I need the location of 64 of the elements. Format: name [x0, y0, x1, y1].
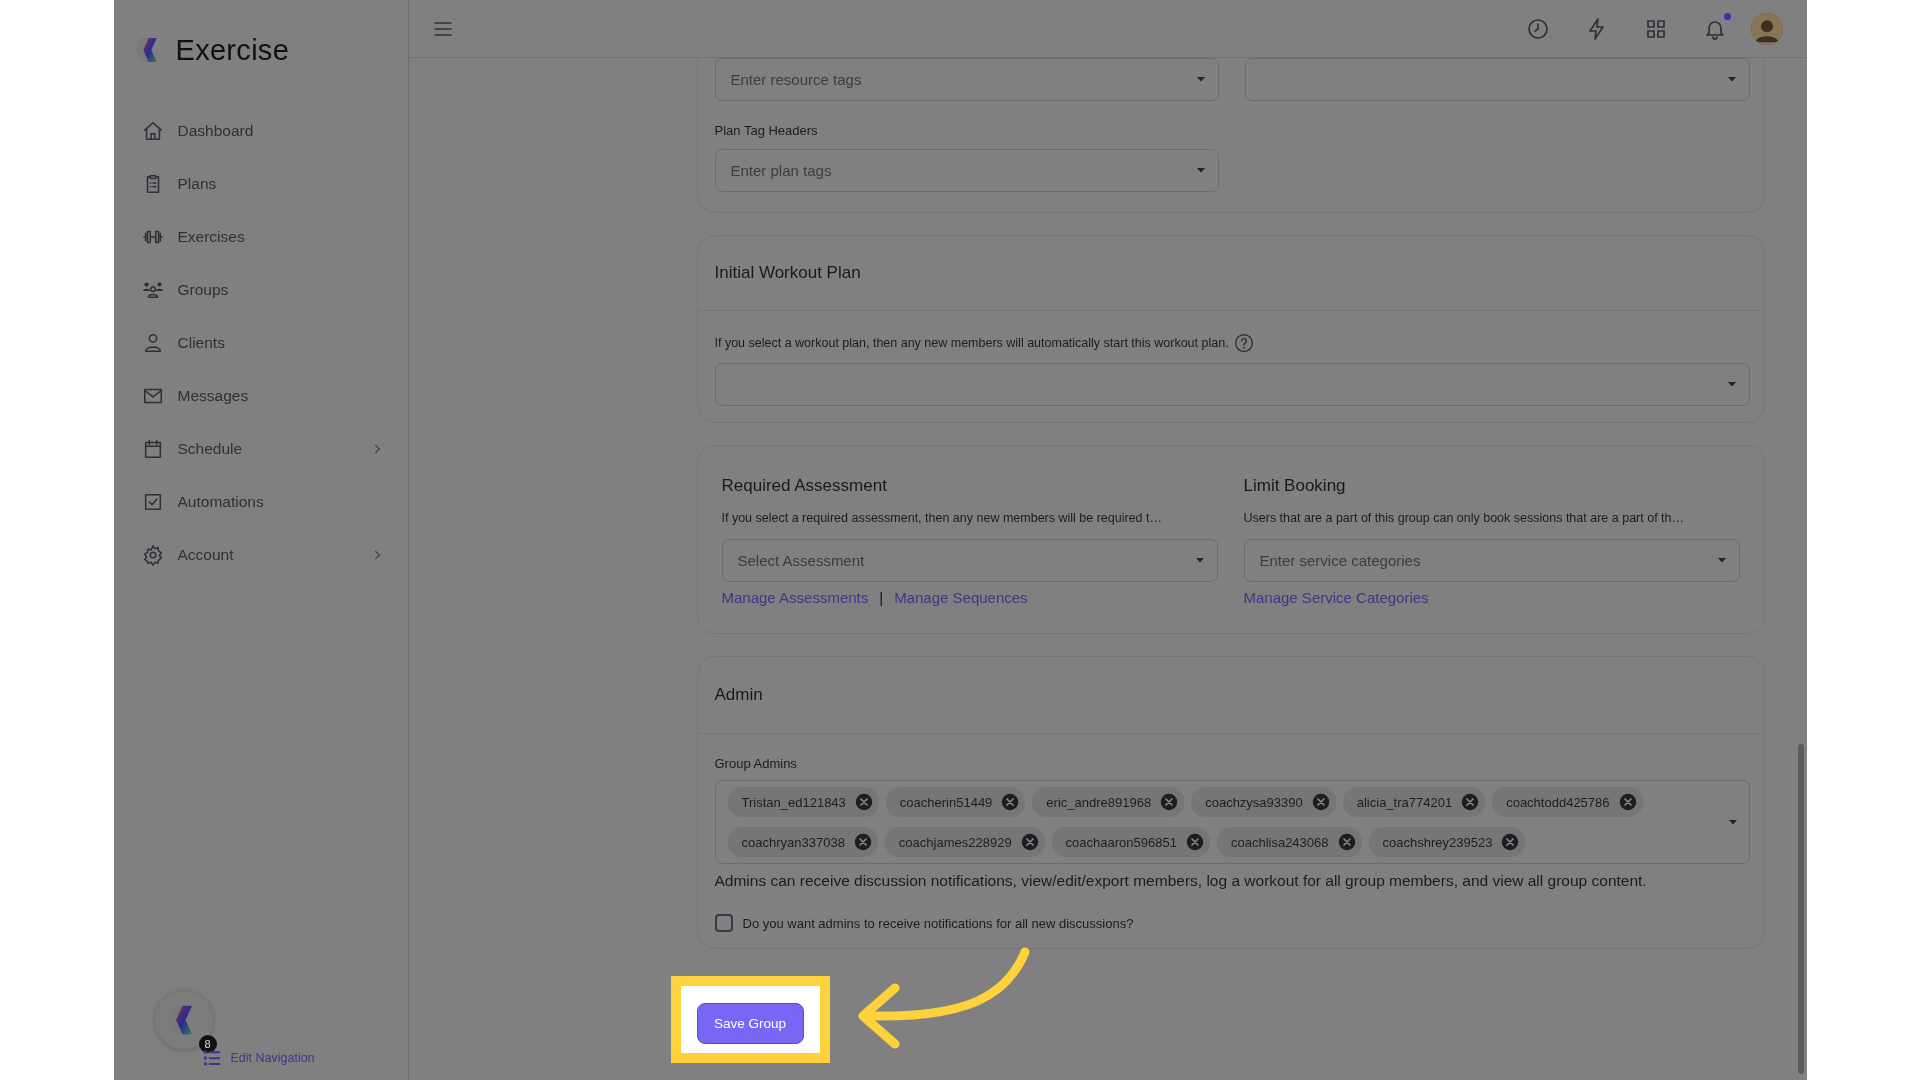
section-description: Users that are a part of this group can only book sessions that are a part of th… — [1243, 511, 1685, 525]
tag-chip[interactable]: alicia_tra774201 — [1342, 787, 1486, 817]
help-launcher[interactable] — [153, 990, 214, 1050]
dropdown-field[interactable]: Select Assessment — [721, 539, 1218, 582]
dropdown-field[interactable]: Enter resource tags — [714, 58, 1219, 101]
close-icon[interactable] — [1461, 793, 1480, 811]
checkbox-label: Do you want admins to receive notifications for all new discussions? — [742, 915, 1134, 931]
close-icon[interactable] — [1311, 793, 1330, 811]
nav-item[interactable]: Messages — [141, 369, 384, 422]
scrollbar-thumb[interactable] — [1797, 744, 1804, 1074]
close-icon[interactable] — [854, 793, 873, 811]
tag-chip[interactable]: coachaaron596851 — [1051, 827, 1210, 857]
tag-chip[interactable]: coachshrey239523 — [1368, 827, 1526, 857]
list-icon — [201, 1048, 222, 1068]
close-icon[interactable] — [1185, 833, 1204, 851]
brand-name: Exercise — [175, 33, 290, 67]
tag-chip[interactable]: Tristan_ed121843 — [727, 787, 879, 817]
manage-link[interactable]: Manage Sequences — [894, 589, 1028, 606]
nav-item[interactable]: Schedule — [141, 422, 384, 475]
checkbox[interactable] — [714, 914, 733, 932]
avatar[interactable] — [1750, 12, 1783, 45]
save-button[interactable]: Save Group — [696, 1003, 804, 1044]
tag-chip[interactable]: coachryan337038 — [727, 827, 878, 857]
section-title: Limit Booking — [1243, 476, 1347, 496]
field-label: Group Admins — [714, 756, 798, 771]
close-icon[interactable] — [1020, 833, 1039, 851]
close-icon[interactable] — [1160, 793, 1179, 811]
nav-item[interactable]: Plans — [141, 157, 384, 210]
section-title: Required Assessment — [721, 476, 888, 496]
help-text: Admins can receive discussion notifications, view/edit/export members, log a workout for all group members, and view all group content. — [714, 872, 1648, 890]
nav-item[interactable]: Clients — [141, 316, 384, 369]
tag-chip[interactable]: coachzysa93390 — [1191, 787, 1336, 817]
tag-chip[interactable]: coachtodd425786 — [1492, 787, 1643, 817]
section-description: If you select a workout plan, then any new members will automatically start this workout plan. — [714, 336, 1229, 350]
section-title: Admin — [714, 685, 763, 705]
tag-chip[interactable]: coachlisa243068 — [1216, 827, 1362, 857]
nav-item[interactable]: Account — [141, 528, 384, 581]
tag-chip[interactable]: eric_andre891968 — [1032, 787, 1185, 817]
close-icon[interactable] — [1501, 833, 1520, 851]
nav-item[interactable]: Exercises — [141, 210, 384, 263]
nav-item[interactable]: Automations — [141, 475, 384, 528]
manage-link[interactable]: Manage Assessments — [721, 589, 869, 606]
dropdown-field[interactable]: Enter plan tags — [714, 149, 1219, 192]
dropdown-field[interactable] — [714, 363, 1750, 406]
nav-item[interactable]: Groups — [141, 263, 384, 316]
close-icon[interactable] — [853, 833, 872, 851]
gear-icon — [141, 543, 164, 566]
tag-chip[interactable]: coachjames228929 — [884, 827, 1045, 857]
close-icon[interactable] — [1337, 833, 1356, 851]
section-title: Initial Workout Plan — [714, 263, 861, 283]
close-icon[interactable] — [1001, 793, 1020, 811]
field-label: Plan Tag Headers — [714, 123, 819, 138]
help-icon[interactable] — [1233, 333, 1254, 353]
section-description: If you select a required assessment, then any new members will be required t… — [721, 511, 1163, 525]
dropdown-field[interactable] — [1245, 58, 1750, 101]
tag-select-field[interactable]: Tristan_ed121843 coacherin51449 eric_andre891968 coachzysa93390 alicia_tra774201 coachtodd425786 coachryan337038 coachjames228929 coachaaron596851 coachlisa243068 coachshrey239523 — [714, 780, 1750, 864]
close-icon[interactable] — [1618, 793, 1637, 811]
home-icon — [141, 119, 164, 142]
tag-chip[interactable]: coacherin51449 — [885, 787, 1026, 817]
manage-link[interactable]: Manage Service Categories — [1243, 589, 1429, 606]
separator: | — [879, 589, 884, 606]
clock-icon[interactable] — [1525, 16, 1550, 41]
nav-item[interactable]: Dashboard — [141, 104, 384, 157]
dropdown-field[interactable]: Enter service categories — [1243, 539, 1740, 582]
